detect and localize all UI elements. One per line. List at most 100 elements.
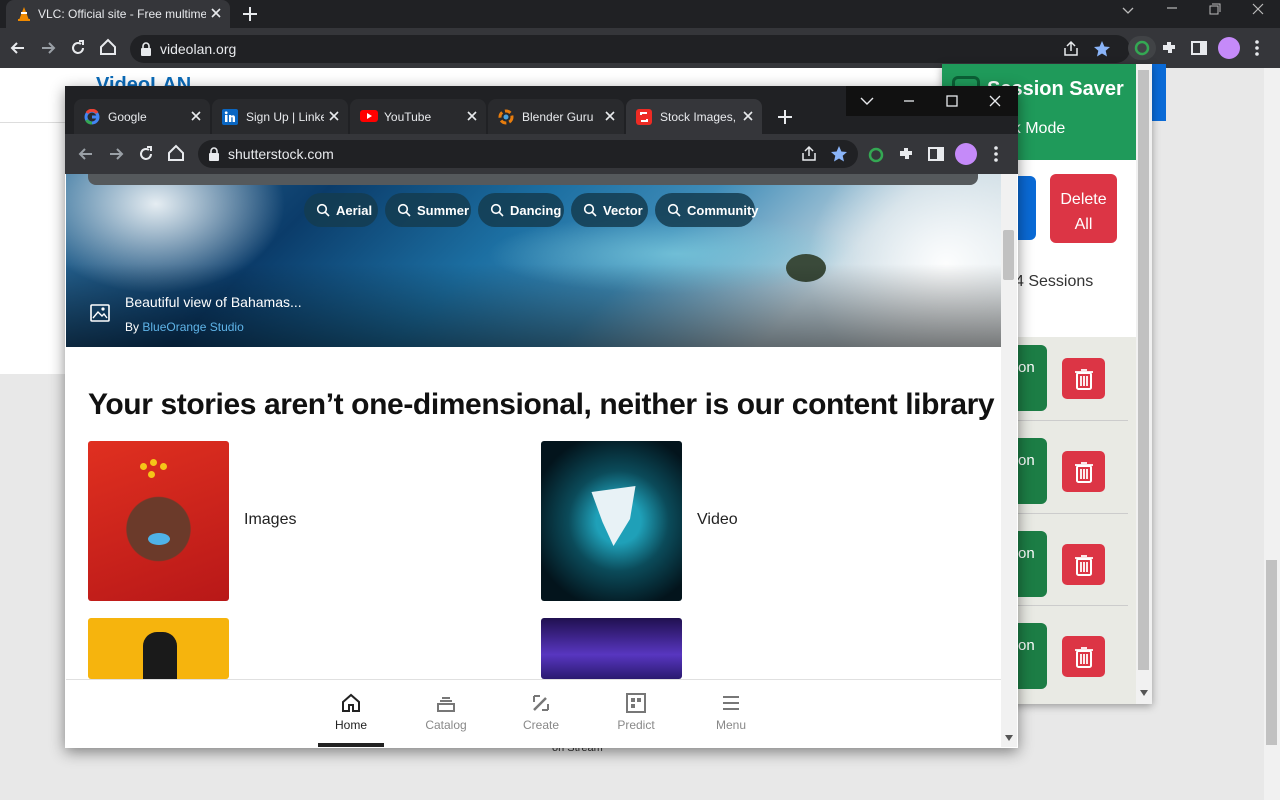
reload-icon[interactable] — [68, 38, 88, 58]
close-icon[interactable] — [604, 110, 616, 122]
home-icon[interactable] — [166, 143, 186, 163]
popup-scroll-down-icon[interactable] — [1139, 689, 1149, 697]
close-icon[interactable] — [190, 110, 202, 122]
close-window-icon[interactable] — [974, 86, 1016, 116]
back-scrollbar-thumb[interactable] — [1266, 560, 1277, 745]
trash-icon — [1074, 369, 1093, 390]
forward-arrow-icon[interactable] — [106, 144, 126, 164]
restore-icon[interactable] — [1194, 0, 1234, 22]
open-session-label: on — [1018, 359, 1035, 376]
image-icon[interactable] — [90, 304, 110, 322]
nav-catalog[interactable]: Catalog — [411, 692, 481, 732]
tab-google[interactable]: Google — [74, 99, 210, 134]
nav-create[interactable]: Create — [506, 692, 576, 732]
music-thumbnail[interactable] — [88, 618, 229, 679]
new-tab-button[interactable] — [238, 2, 262, 26]
images-thumbnail[interactable] — [88, 441, 229, 601]
close-icon[interactable] — [742, 110, 754, 122]
tab-shutterstock[interactable]: Stock Images, Photos — [626, 99, 762, 134]
tab-title: YouTube — [384, 110, 432, 124]
session-saver-extension-icon[interactable] — [1128, 36, 1156, 60]
back-tab-title: VLC: Official site - Free multimedia — [38, 7, 206, 21]
nav-predict[interactable]: Predict — [601, 692, 671, 732]
back-address-bar[interactable]: videolan.org — [130, 35, 1130, 63]
extensions-puzzle-icon[interactable] — [1160, 39, 1178, 57]
back-arrow-icon[interactable] — [76, 144, 96, 164]
nav-home[interactable]: Home — [316, 692, 386, 732]
home-icon — [342, 693, 360, 712]
profile-avatar-icon[interactable] — [955, 143, 977, 165]
reload-icon[interactable] — [136, 144, 156, 164]
lock-icon — [208, 147, 220, 161]
search-icon — [583, 203, 597, 217]
category-images-label[interactable]: Images — [244, 511, 296, 529]
tab-youtube[interactable]: YouTube — [350, 99, 486, 134]
tab-blender-guru[interactable]: Blender Guru — [488, 99, 624, 134]
minimize-icon[interactable] — [888, 86, 930, 116]
back-tab-vlc[interactable]: VLC: Official site - Free multimedia — [6, 0, 230, 28]
close-icon[interactable] — [328, 110, 340, 122]
open-session-label: on — [1018, 545, 1035, 562]
trash-icon — [1074, 462, 1093, 483]
decor-dot — [148, 471, 155, 478]
extensions-puzzle-icon[interactable] — [897, 145, 915, 163]
home-icon[interactable] — [98, 37, 118, 57]
hero-credit: By BlueOrange Studio — [125, 320, 244, 334]
tab-search-icon[interactable] — [1108, 0, 1148, 22]
delete-session-button[interactable] — [1062, 636, 1105, 677]
search-icon — [316, 203, 330, 217]
back-arrow-icon[interactable] — [8, 38, 28, 58]
decor-figure — [143, 632, 177, 679]
bookmark-star-icon[interactable] — [829, 144, 849, 164]
forward-arrow-icon[interactable] — [38, 38, 58, 58]
search-pill-summer[interactable]: Summer — [385, 193, 471, 227]
front-scrollbar-thumb[interactable] — [1003, 230, 1014, 280]
search-icon — [490, 203, 504, 217]
maximize-icon[interactable] — [930, 86, 972, 116]
search-pill-label: Community — [687, 203, 759, 218]
blender-icon — [498, 109, 514, 125]
scroll-down-icon[interactable] — [1004, 734, 1014, 742]
video-thumbnail[interactable] — [541, 441, 682, 601]
minimize-icon[interactable] — [1152, 0, 1192, 22]
share-icon[interactable] — [800, 145, 818, 163]
search-pill-label: Aerial — [336, 203, 373, 218]
menu-dots-icon[interactable] — [1254, 39, 1260, 57]
search-pill-community[interactable]: Community — [655, 193, 759, 227]
popup-scrollbar-thumb[interactable] — [1138, 70, 1149, 670]
close-icon[interactable] — [210, 7, 222, 19]
close-icon[interactable] — [466, 110, 478, 122]
3d-thumbnail[interactable] — [541, 618, 682, 679]
delete-session-button[interactable] — [1062, 544, 1105, 585]
search-pill-aerial[interactable]: Aerial — [304, 193, 378, 227]
side-panel-icon[interactable] — [927, 145, 945, 163]
tab-linkedin[interactable]: Sign Up | LinkedIn — [212, 99, 348, 134]
open-session-label: on — [1018, 637, 1035, 654]
decor-dot — [150, 459, 157, 466]
menu-dots-icon[interactable] — [993, 145, 999, 163]
session-saver-extension-icon[interactable] — [866, 145, 886, 165]
delete-session-button[interactable] — [1062, 358, 1105, 399]
nav-label: Create — [522, 718, 560, 732]
search-pill-dancing[interactable]: Dancing — [478, 193, 564, 227]
side-panel-icon[interactable] — [1190, 39, 1208, 57]
search-pill-vector[interactable]: Vector — [571, 193, 648, 227]
sessions-count: 4 Sessions — [1015, 273, 1094, 290]
close-window-icon[interactable] — [1238, 0, 1278, 22]
share-icon[interactable] — [1062, 40, 1080, 58]
search-pill-label: Summer — [417, 203, 470, 218]
menu-icon — [723, 696, 739, 710]
front-address-bar[interactable]: shutterstock.com — [198, 140, 858, 168]
hero-author-link[interactable]: BlueOrange Studio — [142, 320, 243, 334]
category-video-label[interactable]: Video — [697, 511, 738, 529]
open-session-label: on — [1018, 452, 1035, 469]
delete-session-button[interactable] — [1062, 451, 1105, 492]
tab-search-icon[interactable] — [846, 86, 888, 116]
profile-avatar-icon[interactable] — [1218, 37, 1240, 59]
nav-menu[interactable]: Menu — [696, 692, 766, 732]
back-url-text: videolan.org — [160, 41, 237, 57]
new-tab-button[interactable] — [774, 106, 796, 128]
search-bar-bottom[interactable] — [88, 174, 978, 185]
delete-all-button[interactable]: Delete All — [1050, 174, 1117, 243]
bookmark-star-icon[interactable] — [1092, 39, 1112, 59]
